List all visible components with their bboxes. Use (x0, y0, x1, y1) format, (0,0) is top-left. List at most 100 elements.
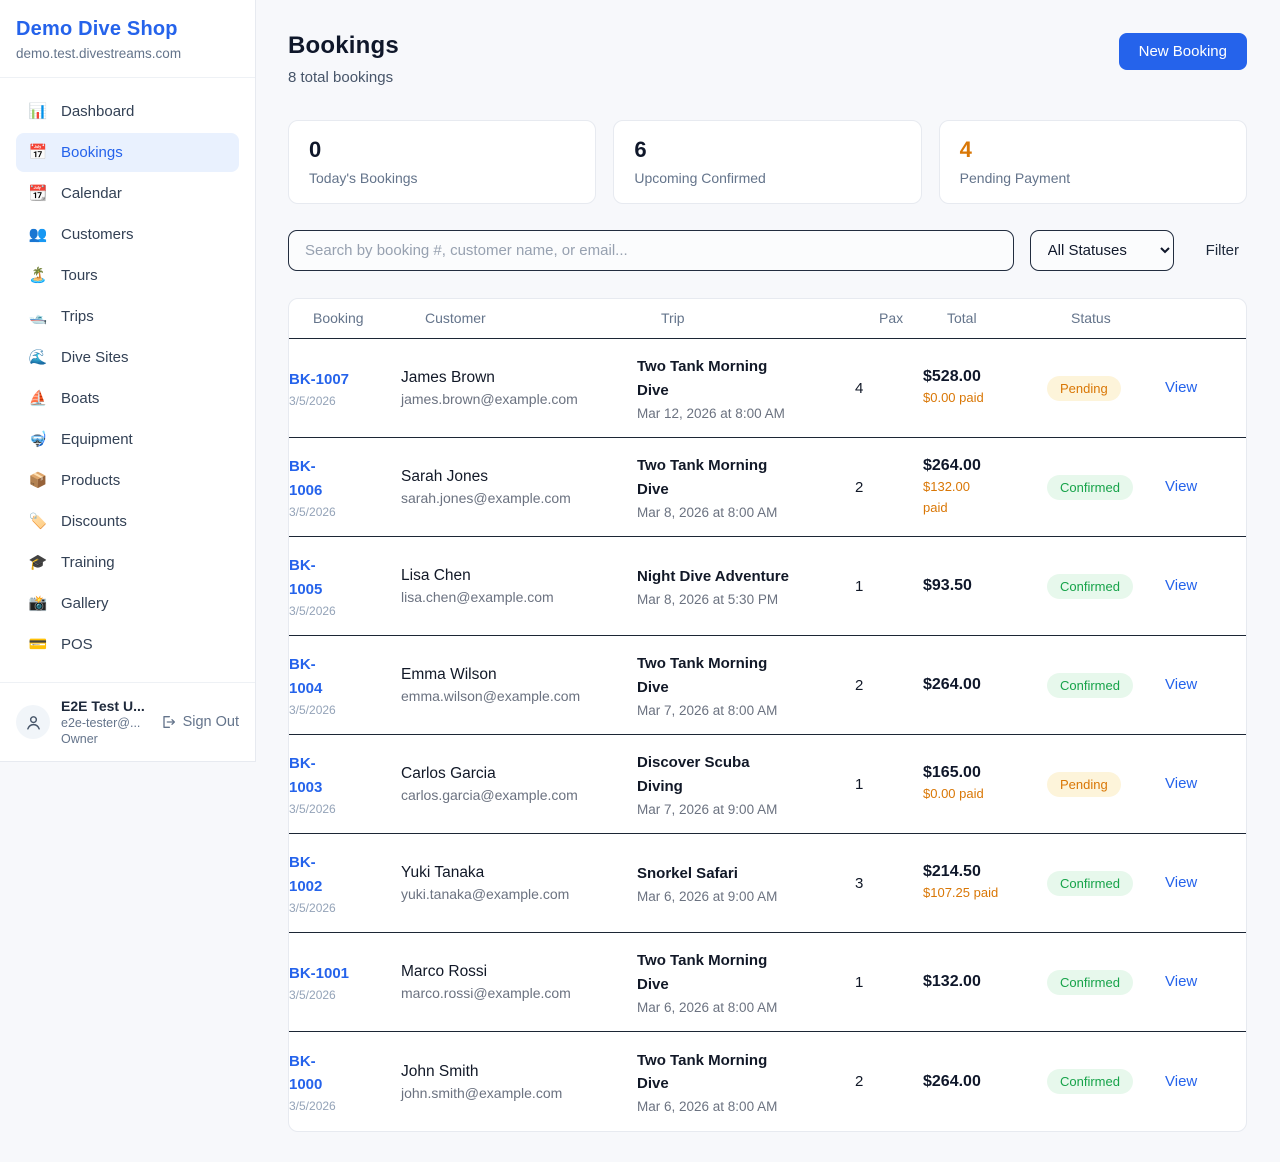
view-cell: View (1165, 973, 1246, 991)
status-badge: Pending (1047, 772, 1121, 797)
sidebar-item-trips[interactable]: 🛥️Trips (16, 297, 239, 336)
booking-number-link[interactable]: BK-1002 (289, 851, 391, 898)
booking-number-link[interactable]: BK-1006 (289, 455, 391, 502)
stat-label: Upcoming Confirmed (634, 170, 900, 186)
pax-cell: 1 (855, 776, 923, 793)
sidebar-item-tours[interactable]: 🏝️Tours (16, 256, 239, 295)
view-link[interactable]: View (1165, 577, 1197, 594)
column-header: Status (1071, 299, 1189, 338)
trip-datetime: Mar 7, 2026 at 9:00 AM (637, 802, 845, 817)
column-header: Trip (661, 299, 879, 338)
customer-name: Marco Rossi (401, 963, 627, 981)
new-booking-button[interactable]: New Booking (1119, 33, 1247, 70)
paid-amount-line: $132.00 (923, 478, 1037, 496)
booking-number-line: 1000 (289, 1073, 391, 1096)
booking-number-link[interactable]: BK-1000 (289, 1050, 391, 1097)
customer-name: James Brown (401, 369, 627, 387)
trip-name-line: Discover Scuba (637, 751, 845, 774)
status-cell: Confirmed (1047, 574, 1165, 599)
table-row: BK-10063/5/2026Sarah Jonessarah.jones@ex… (289, 438, 1246, 537)
person-icon (25, 714, 42, 731)
status-filter-select[interactable]: All Statuses (1030, 230, 1174, 271)
trip-name-line: Two Tank Morning (637, 454, 845, 477)
pax-cell: 2 (855, 677, 923, 694)
main-content: Bookings 8 total bookings New Booking 0T… (256, 0, 1280, 1162)
trip-datetime: Mar 8, 2026 at 5:30 PM (637, 592, 845, 607)
column-header (1189, 307, 1222, 330)
sidebar-item-bookings[interactable]: 📅Bookings (16, 133, 239, 172)
sidebar-item-discounts[interactable]: 🏷️Discounts (16, 502, 239, 541)
view-link[interactable]: View (1165, 676, 1197, 693)
customer-cell: Lisa Chenlisa.chen@example.com (401, 567, 637, 605)
total-amount: $93.50 (923, 577, 1037, 595)
filter-button[interactable]: Filter (1206, 242, 1239, 259)
status-cell: Confirmed (1047, 1069, 1165, 1094)
diving-mask-icon: 🤿 (28, 432, 48, 447)
view-link[interactable]: View (1165, 478, 1197, 495)
trip-datetime: Mar 6, 2026 at 9:00 AM (637, 889, 845, 904)
status-cell: Pending (1047, 376, 1165, 401)
trip-name-line: Two Tank Morning (637, 1049, 845, 1072)
sidebar-item-label: Tours (61, 267, 98, 284)
trip-name-line: Dive (637, 1072, 845, 1095)
sidebar-item-label: Training (61, 554, 115, 571)
page-subtitle: 8 total bookings (288, 69, 399, 86)
trip-name-line: Snorkel Safari (637, 862, 845, 885)
booking-number-link[interactable]: BK-1004 (289, 653, 391, 700)
view-link[interactable]: View (1165, 379, 1197, 396)
sidebar-item-dive-sites[interactable]: 🌊Dive Sites (16, 338, 239, 377)
pax-cell: 2 (855, 1073, 923, 1090)
camera-flash-icon: 📸 (28, 596, 48, 611)
sidebar-item-pos[interactable]: 💳POS (16, 625, 239, 664)
booking-number-link[interactable]: BK-1001 (289, 962, 391, 985)
sidebar-item-training[interactable]: 🎓Training (16, 543, 239, 582)
bookings-table: BookingCustomerTripPaxTotalStatus BK-100… (288, 298, 1247, 1132)
view-cell: View (1165, 874, 1246, 892)
booking-number-line: 1005 (289, 578, 391, 601)
sidebar-item-dashboard[interactable]: 📊Dashboard (16, 92, 239, 131)
booking-date: 3/5/2026 (289, 394, 391, 408)
sidebar-item-label: Boats (61, 390, 99, 407)
view-link[interactable]: View (1165, 775, 1197, 792)
sidebar-item-equipment[interactable]: 🤿Equipment (16, 420, 239, 459)
booking-cell: BK-10013/5/2026 (289, 962, 401, 1002)
sidebar-item-calendar[interactable]: 📆Calendar (16, 174, 239, 213)
booking-number-link[interactable]: BK-1005 (289, 554, 391, 601)
table-row: BK-1003 3/5/2026 Carlos Garciacarlos.garci… (289, 735, 1246, 834)
booking-number-link[interactable]: BK-1007 (289, 368, 391, 391)
paid-amount-line: $107.25 paid (923, 884, 1037, 902)
stat-value: 4 (960, 137, 1226, 163)
sidebar-item-products[interactable]: 📦Products (16, 461, 239, 500)
user-role: Owner (61, 732, 149, 746)
search-input[interactable] (288, 230, 1014, 271)
trip-datetime: Mar 6, 2026 at 8:00 AM (637, 1000, 845, 1015)
sidebar-item-customers[interactable]: 👥Customers (16, 215, 239, 254)
customer-email: james.brown@example.com (401, 391, 627, 407)
booking-cell: BK-10003/5/2026 (289, 1050, 401, 1114)
sidebar-item-boats[interactable]: ⛵Boats (16, 379, 239, 418)
sidebar-header: Demo Dive Shop demo.test.divestreams.com (0, 0, 255, 78)
total-cell: $93.50 (923, 577, 1047, 595)
view-link[interactable]: View (1165, 1073, 1197, 1090)
stat-card: 0Today's Bookings (288, 120, 596, 204)
status-badge: Confirmed (1047, 673, 1133, 698)
sidebar: Demo Dive Shop demo.test.divestreams.com… (0, 0, 256, 762)
stat-label: Pending Payment (960, 170, 1226, 186)
trip-cell: Two Tank MorningDiveMar 6, 2026 at 8:00 … (637, 949, 855, 1015)
view-link[interactable]: View (1165, 874, 1197, 891)
customer-cell: Marco Rossimarco.rossi@example.com (401, 963, 637, 1001)
customer-cell: Carlos Garciacarlos.garcia@example.com (401, 765, 637, 803)
table-row: BK-10003/5/2026John Smithjohn.smith@exam… (289, 1032, 1246, 1131)
sign-out-button[interactable]: Sign Out (160, 714, 239, 730)
controls-row: All Statuses Filter (288, 230, 1247, 271)
table-row: BK-10053/5/2026Lisa Chenlisa.chen@exampl… (289, 537, 1246, 636)
booking-date: 3/5/2026 (289, 802, 391, 816)
total-amount: $264.00 (923, 457, 1037, 475)
pax-cell: 4 (855, 380, 923, 397)
status-cell: Confirmed (1047, 475, 1165, 500)
booking-number-link[interactable]: BK-1003 (289, 752, 391, 799)
sidebar-item-gallery[interactable]: 📸Gallery (16, 584, 239, 623)
status-badge: Confirmed (1047, 1069, 1133, 1094)
total-cell: $214.50$107.25 paid (923, 863, 1047, 902)
view-link[interactable]: View (1165, 973, 1197, 990)
